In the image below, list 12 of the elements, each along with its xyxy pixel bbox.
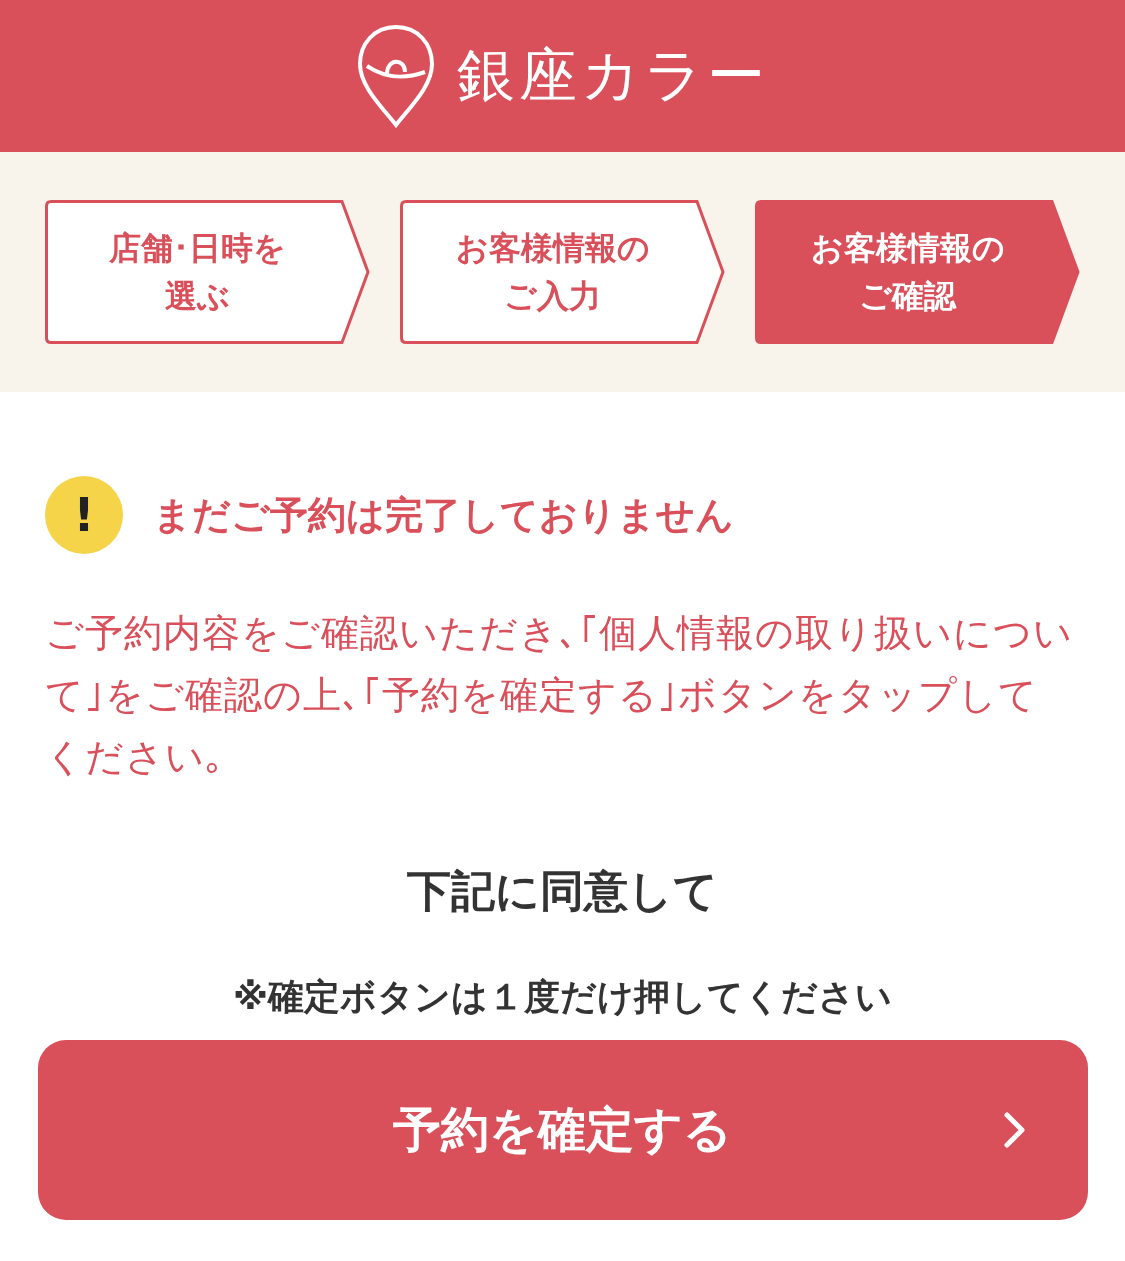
brand-name: 銀座カラー [456, 40, 769, 111]
logo-icon [356, 24, 435, 128]
press-once-note: ※確定ボタンは１度だけ押してください [233, 975, 892, 1019]
notice-message: ご予約内容をご確認いただき､｢個人情報の取り扱いについて｣をご確認の上､｢予約を確定する｣ボタンをタップしてください｡ [45, 610, 1074, 781]
confirm-button[interactable]: 予約を確定する [37, 1040, 1088, 1220]
step-tab[interactable]: 店舗･日時を選ぶ [45, 200, 370, 344]
chevron-icon [1003, 1112, 1026, 1148]
notice-title: まだご予約は完了しておりません [153, 491, 734, 539]
warning-icon: ! [45, 476, 123, 554]
agree-heading: 下記に同意して [407, 864, 718, 918]
step-tab[interactable]: お客様情報のご確認 [755, 200, 1080, 344]
step-tab[interactable]: お客様情報のご入力 [400, 200, 725, 344]
